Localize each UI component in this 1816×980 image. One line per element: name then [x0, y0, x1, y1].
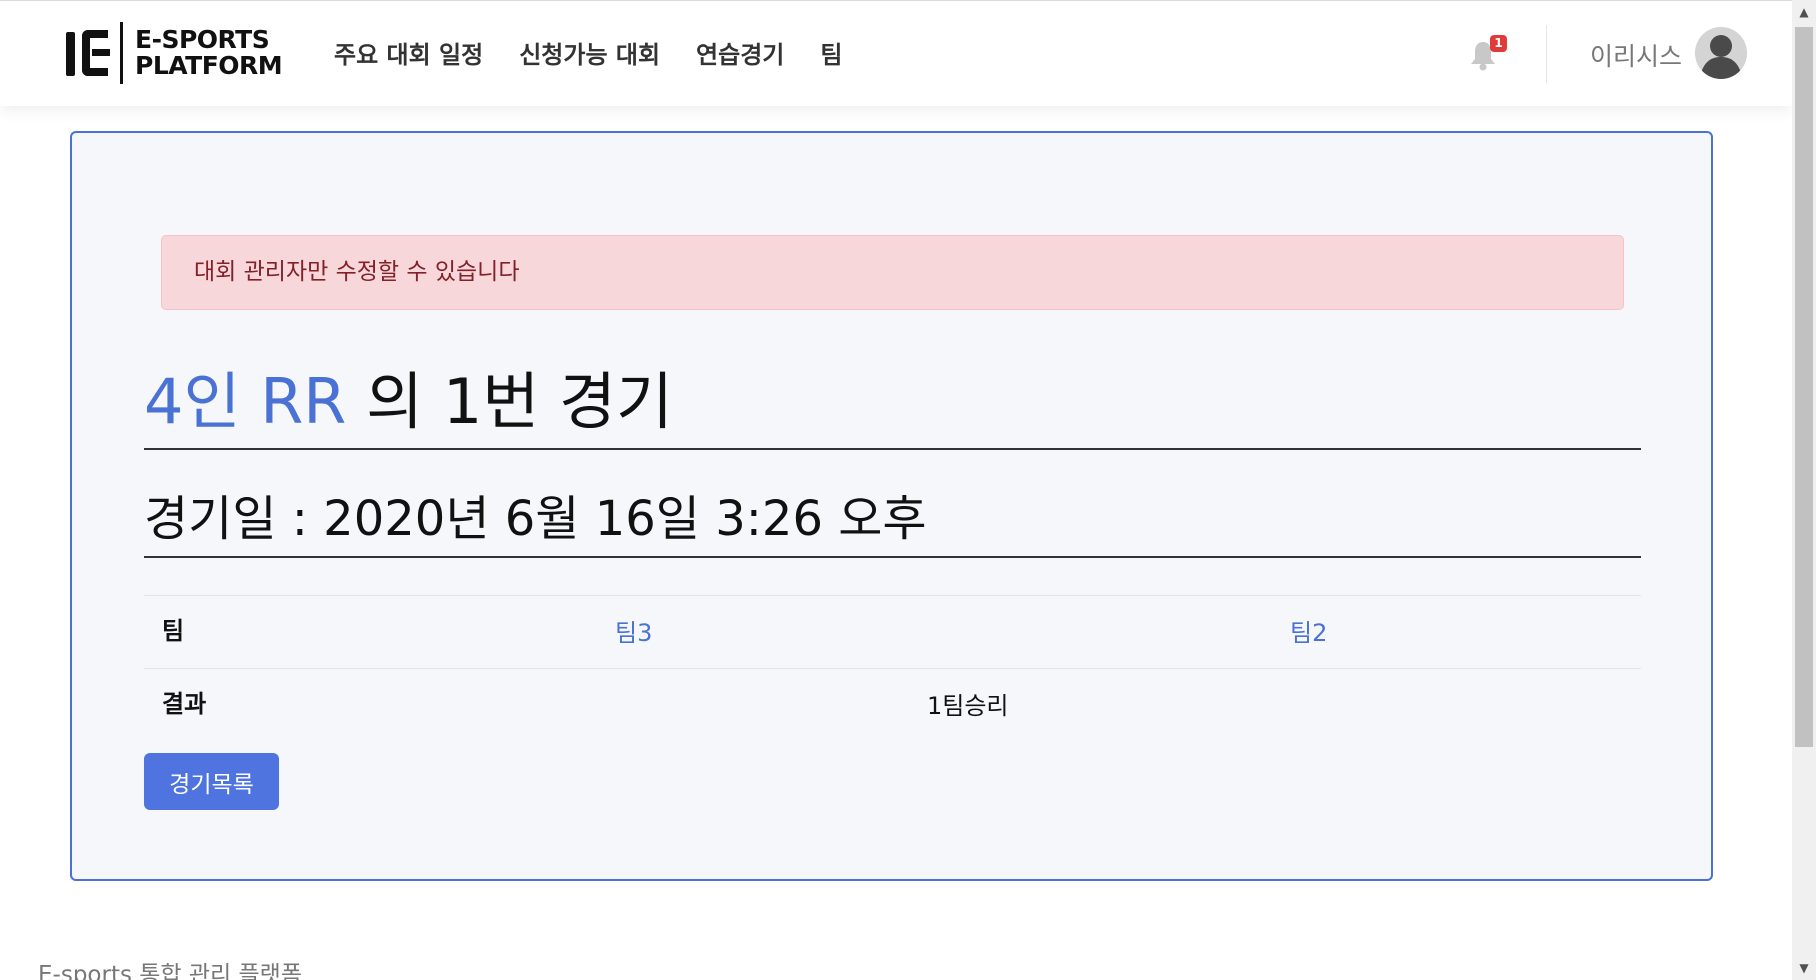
- nav-item-scrims[interactable]: 연습경기: [696, 35, 784, 70]
- match-date: 경기일 : 2020년 6월 16일 3:26 오후: [144, 491, 927, 547]
- match-detail-card: 대회 관리자만 수정할 수 있습니다 4인 RR 의 1번 경기 경기일 : 2…: [70, 131, 1713, 881]
- result-row-label: 결과: [162, 690, 207, 718]
- date-divider: [144, 556, 1641, 558]
- nav-item-schedule[interactable]: 주요 대회 일정: [334, 35, 483, 70]
- match-title-suffix: 의 1번 경기: [366, 365, 674, 438]
- scroll-down-arrow-icon[interactable]: ▼: [1792, 956, 1816, 980]
- top-navbar: E-SPORTS PLATFORM 주요 대회 일정 신청가능 대회 연습경기 …: [0, 0, 1792, 106]
- footer-text: E-sports 통합 관리 플랫폼: [38, 962, 302, 980]
- nav-item-team[interactable]: 팀: [820, 35, 842, 70]
- user-name[interactable]: 이리시스: [1590, 37, 1682, 73]
- main-nav: 주요 대회 일정 신청가능 대회 연습경기 팀: [334, 35, 842, 70]
- scrollbar-thumb[interactable]: [1795, 27, 1813, 747]
- brand-wordmark: E-SPORTS PLATFORM: [135, 25, 283, 80]
- permission-alert: 대회 관리자만 수정할 수 있습니다: [161, 235, 1624, 310]
- tournament-link[interactable]: 4인 RR: [144, 365, 346, 438]
- brand-line-2: PLATFORM: [135, 51, 283, 80]
- match-list-button[interactable]: 경기목록: [144, 753, 279, 810]
- user-avatar-icon[interactable]: [1695, 27, 1747, 79]
- result-value: 1팀승리: [927, 692, 1009, 720]
- team-a-link[interactable]: 팀3: [615, 613, 652, 648]
- brand-line-1: E-SPORTS: [135, 25, 270, 54]
- logo-divider: [120, 22, 123, 84]
- nav-divider: [1546, 25, 1547, 83]
- match-title: 4인 RR 의 1번 경기: [144, 351, 673, 441]
- vertical-scrollbar[interactable]: ▲ ▼: [1792, 0, 1816, 980]
- page: E-SPORTS PLATFORM 주요 대회 일정 신청가능 대회 연습경기 …: [0, 0, 1792, 980]
- title-divider: [144, 448, 1641, 450]
- table-top-border: [144, 595, 1641, 596]
- logo-mark-icon: [66, 26, 110, 80]
- table-row-divider: [144, 668, 1641, 669]
- scroll-up-arrow-icon[interactable]: ▲: [1792, 0, 1816, 24]
- nav-item-open-tournaments[interactable]: 신청가능 대회: [519, 35, 660, 70]
- brand-logo[interactable]: E-SPORTS PLATFORM: [66, 21, 283, 85]
- notification-count-badge: 1: [1490, 35, 1507, 52]
- team-b-link[interactable]: 팀2: [1290, 613, 1327, 648]
- team-row-label: 팀: [162, 617, 185, 645]
